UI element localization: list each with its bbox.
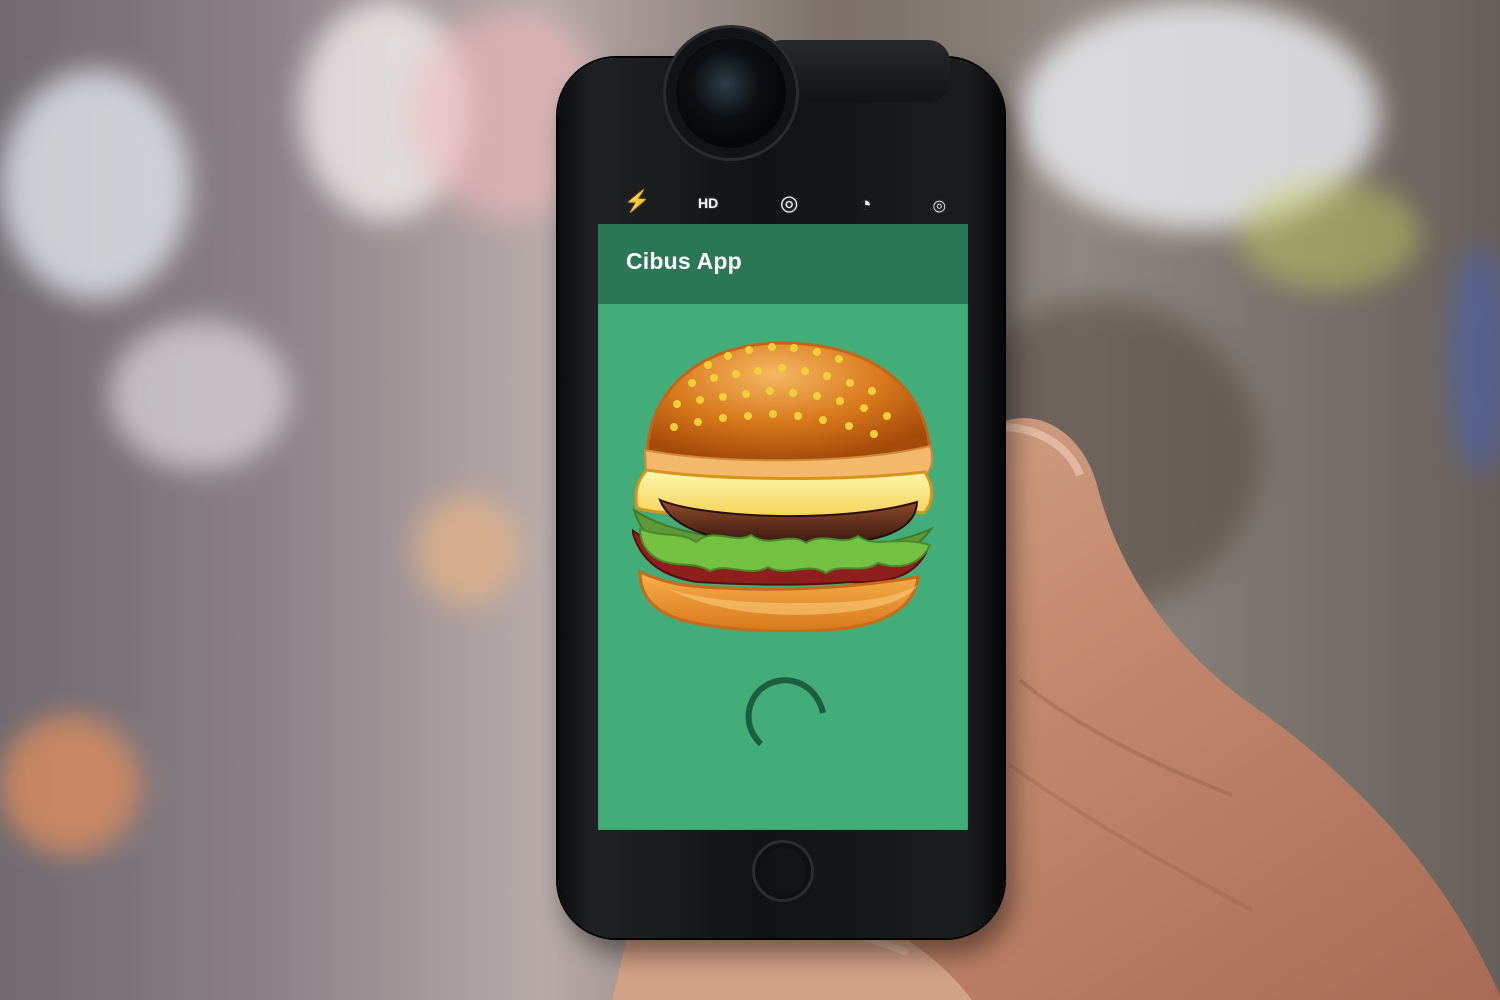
- app-title: Cibus App: [626, 248, 742, 274]
- photo-scene: ⚡ HD ◎ ◔ ⌾ Cibus App: [0, 0, 1500, 1000]
- clip-on-lens: [676, 38, 786, 148]
- flash-off-icon[interactable]: ⚡: [624, 191, 650, 212]
- background-bokeh: [0, 70, 190, 300]
- background-bokeh: [110, 320, 290, 470]
- app-toolbar: Cibus App: [598, 224, 968, 304]
- hdr-icon[interactable]: HD: [698, 196, 718, 210]
- home-button[interactable]: [752, 840, 814, 902]
- background-bokeh: [1240, 180, 1420, 290]
- app-screen: Cibus App: [598, 224, 968, 830]
- burger-illustration: [632, 341, 934, 632]
- timer-icon[interactable]: ◔: [859, 194, 872, 215]
- background-bokeh: [415, 495, 520, 605]
- camera-controls-bar: ⚡ HD ◎ ◔ ⌾: [612, 184, 972, 224]
- live-photo-icon[interactable]: ◎: [780, 193, 798, 214]
- background-bokeh: [0, 715, 140, 855]
- lens-clip: [760, 40, 950, 102]
- loading-spinner-icon: [745, 677, 826, 747]
- camera-switch-icon[interactable]: ⌾: [933, 197, 946, 218]
